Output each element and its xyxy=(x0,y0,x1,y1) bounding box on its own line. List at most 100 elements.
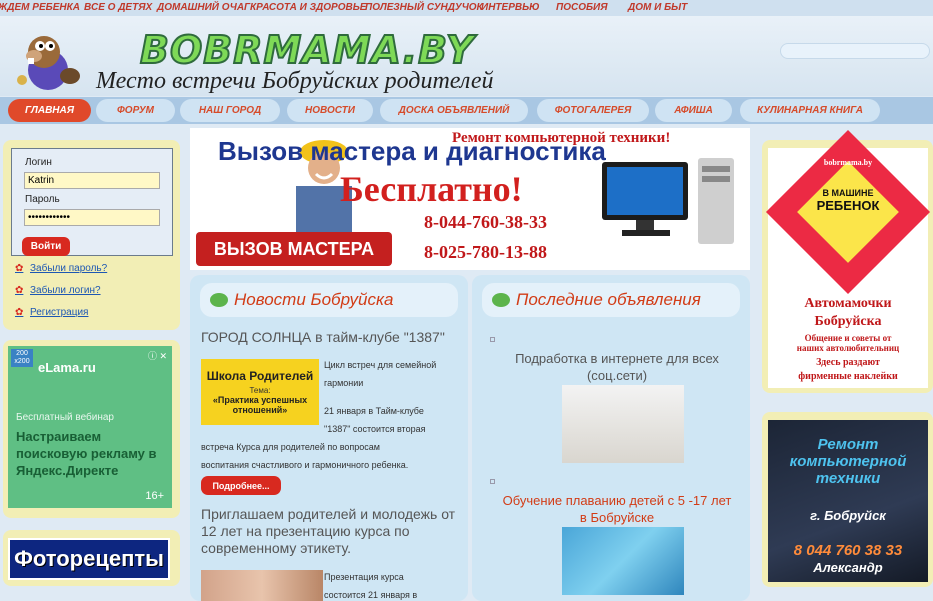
news-column: Новости Бобруйска ГОРОД СОЛНЦА в тайм-кл… xyxy=(190,275,468,601)
ad-size-badge: 200 x200 xyxy=(11,349,33,367)
top-nav-item[interactable]: КРАСОТА И ЗДОРОВЬЕ xyxy=(250,0,366,13)
tab-news[interactable]: НОВОСТИ xyxy=(287,99,373,122)
list-bullet-icon xyxy=(490,337,495,342)
login-label: Логин xyxy=(25,157,52,168)
classifieds-column: Последние объявления Подработка в интерн… xyxy=(472,275,750,601)
top-nav-item[interactable]: ПОЛЕЗНЫЙ СУНДУЧОК xyxy=(365,0,483,13)
login-field[interactable]: Katrin xyxy=(24,172,160,189)
top-nav-item[interactable]: ИНТЕРВЬЮ xyxy=(481,0,540,13)
news-text: гармонии xyxy=(324,378,364,388)
chat-bubble-icon xyxy=(492,293,510,307)
ad-logo: eLama.ru xyxy=(38,360,96,375)
search-input[interactable] xyxy=(780,43,930,59)
flower-bullet-icon: ✿ xyxy=(15,285,24,296)
forgot-password-link[interactable]: ✿ Забыли пароль? xyxy=(15,263,107,274)
tab-afisha[interactable]: АФИША xyxy=(655,99,732,122)
automoms-ad[interactable]: В МАШИНЕ РЕБЕНОК bobrmama.by Автомамочки… xyxy=(765,129,931,388)
ad-title: техники xyxy=(815,470,881,487)
photo-recipes-banner[interactable]: Фоторецепты xyxy=(8,538,170,580)
news-text: состоится 21 января в xyxy=(324,590,418,600)
news-text: Цикл встреч для семейной xyxy=(324,360,437,370)
ad-text: наших автолюбительниц xyxy=(796,343,900,353)
ad-title: Настраиваем поисковую рекламу в Яндекс.Д… xyxy=(16,429,157,478)
classified-title[interactable]: Обучение плаванию детей с 5 -17 лет в Бо… xyxy=(502,492,732,526)
news-text: встреча Курса для родителей по вопросам xyxy=(201,442,380,452)
top-nav-item[interactable]: ДОМ И БЫТ xyxy=(628,0,687,13)
ad-text: фирменные наклейки xyxy=(798,371,898,382)
news-text: 21 января в Тайм-клубе xyxy=(324,406,424,416)
repair-banner[interactable]: Ремонт компьютерной техники! Вызов масте… xyxy=(190,128,750,270)
tab-forum[interactable]: ФОРУМ xyxy=(96,99,175,122)
read-more-button[interactable]: Подробнее... xyxy=(201,476,281,495)
ad-title: компьютерной xyxy=(789,453,907,470)
tab-board[interactable]: ДОСКА ОБЪЯВЛЕНИЙ xyxy=(380,99,528,122)
news-text: воспитания счастливого и гармоничного ре… xyxy=(201,460,409,470)
right-ad-panel: Ремонт компьютерной техники г. Бобруйск … xyxy=(762,412,933,587)
top-nav-item[interactable]: ЖДЕМ РЕБЕНКА xyxy=(0,0,80,13)
login-button[interactable]: Войти xyxy=(22,237,70,256)
flower-bullet-icon: ✿ xyxy=(15,307,24,318)
classifieds-header: Последние объявления xyxy=(482,283,740,317)
top-nav-item[interactable]: ДОМАШНИЙ ОЧАГ xyxy=(157,0,250,13)
link-label[interactable]: Регистрация xyxy=(30,307,88,318)
news-item-title[interactable]: Приглашаем родителей и молодежь от 12 ле… xyxy=(201,506,463,557)
ad-subtitle: Бесплатный вебинар xyxy=(16,412,114,423)
ad-city: г. Бобруйск xyxy=(810,508,886,523)
banner-free-text: Бесплатно! xyxy=(340,169,523,209)
top-nav-item[interactable]: ПОСОБИЯ xyxy=(556,0,608,13)
banner-phone: 8-044-760-38-33 xyxy=(424,212,547,232)
login-form: Логин Katrin Пароль •••••••••••• Войти xyxy=(11,148,173,256)
close-icon[interactable]: ⓘ ✕ xyxy=(148,349,167,362)
call-master-button[interactable]: ВЫЗОВ МАСТЕРА xyxy=(196,232,392,266)
tab-gallery[interactable]: ФОТОГАЛЕРЕЯ xyxy=(537,99,649,122)
image-caption: Тема: xyxy=(249,386,271,395)
password-label: Пароль xyxy=(25,194,60,205)
news-item-image[interactable] xyxy=(201,570,323,601)
computer-repair-ad[interactable]: Ремонт компьютерной техники г. Бобруйск … xyxy=(768,420,928,582)
ad-contact-name: Александр xyxy=(813,560,883,575)
chat-bubble-icon xyxy=(210,293,228,307)
site-watermark: bobrmama.by xyxy=(823,158,873,167)
news-item-title[interactable]: ГОРОД СОЛНЦА в тайм-клубе "1387" xyxy=(201,329,461,346)
ad-text: Здесь раздают xyxy=(816,357,880,368)
left-ad-panel: 200 x200 ⓘ ✕ eLama.ru Бесплатный вебинар… xyxy=(3,340,180,518)
ad-title: Ремонт xyxy=(817,436,879,453)
register-link[interactable]: ✿ Регистрация xyxy=(15,307,88,318)
elama-ad[interactable]: 200 x200 ⓘ ✕ eLama.ru Бесплатный вебинар… xyxy=(8,346,172,508)
site-logo[interactable]: BOBRMAMA.BY xyxy=(139,27,474,73)
link-label[interactable]: Забыли логин? xyxy=(30,285,101,296)
site-tagline: Место встречи Бобруйских родителей xyxy=(96,68,494,94)
right-ad-panel: В МАШИНЕ РЕБЕНОК bobrmama.by Автомамочки… xyxy=(762,129,933,393)
classified-title[interactable]: Подработка в интернете для всех (соц.сет… xyxy=(502,350,732,384)
tab-home[interactable]: ГЛАВНАЯ xyxy=(8,99,91,122)
flower-bullet-icon: ✿ xyxy=(15,263,24,274)
link-label[interactable]: Забыли пароль? xyxy=(30,263,107,274)
news-heading: Новости Бобруйска xyxy=(234,290,394,309)
news-item-image[interactable]: Школа Родителей Тема: «Практика успешных… xyxy=(201,359,319,425)
list-bullet-icon xyxy=(490,479,495,484)
tab-cookbook[interactable]: КУЛИНАРНАЯ КНИГА xyxy=(740,99,880,122)
ad-phone: 8 044 760 38 33 xyxy=(793,542,903,559)
computer-icon xyxy=(602,158,734,244)
news-header: Новости Бобруйска xyxy=(200,283,458,317)
classifieds-heading: Последние объявления xyxy=(516,290,701,309)
beaver-mascot-icon[interactable] xyxy=(14,30,82,92)
banner-phone: 8-025-780-13-88 xyxy=(424,242,547,262)
photo-recipes-panel: Фоторецепты xyxy=(3,530,180,586)
forgot-login-link[interactable]: ✿ Забыли логин? xyxy=(15,285,101,296)
classified-image[interactable] xyxy=(562,527,684,595)
password-field[interactable]: •••••••••••• xyxy=(24,209,160,226)
top-nav: ЖДЕМ РЕБЕНКА ВСЕ О ДЕТЯХ ДОМАШНИЙ ОЧАГ К… xyxy=(0,0,933,16)
sign-text: РЕБЕНОК xyxy=(816,198,880,213)
classified-image[interactable] xyxy=(562,385,684,463)
image-caption: «Практика успешных отношений» xyxy=(212,395,308,415)
banner-subheading: Вызов мастера и диагностика xyxy=(218,136,606,166)
ad-title: Бобруйска xyxy=(814,314,882,329)
main-nav: ГЛАВНАЯ ФОРУМ НАШ ГОРОД НОВОСТИ ДОСКА ОБ… xyxy=(0,97,933,124)
ad-title: Автомамочки xyxy=(804,296,892,311)
sign-text: В МАШИНЕ xyxy=(822,188,874,198)
login-panel: Логин Katrin Пароль •••••••••••• Войти ✿… xyxy=(3,140,180,330)
tab-city[interactable]: НАШ ГОРОД xyxy=(180,99,280,122)
site-header: BOBRMAMA.BY Место встречи Бобруйских род… xyxy=(0,16,933,96)
top-nav-item[interactable]: ВСЕ О ДЕТЯХ xyxy=(84,0,152,13)
